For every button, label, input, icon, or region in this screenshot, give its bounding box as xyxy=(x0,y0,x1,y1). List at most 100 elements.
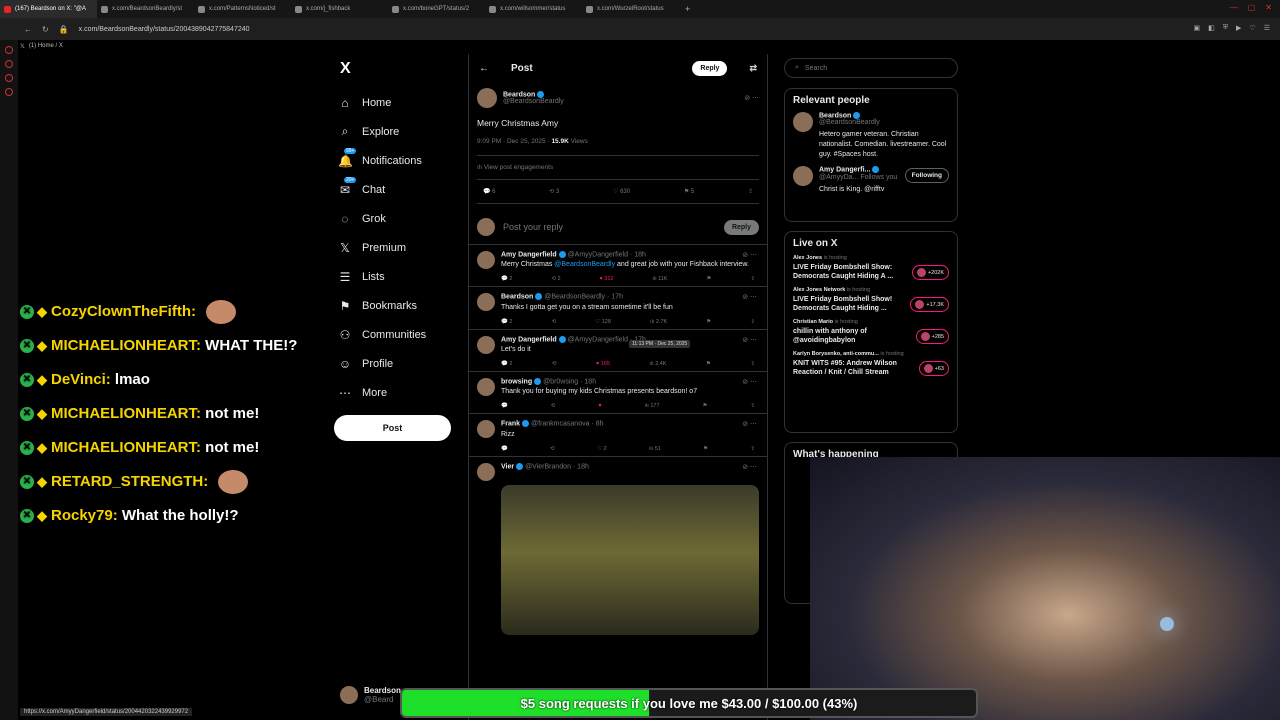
bookmark-action[interactable]: ⚑ 5 xyxy=(684,188,694,195)
extension-icon[interactable]: ▣ xyxy=(1194,24,1201,32)
new-tab-icon[interactable]: + xyxy=(679,4,696,14)
nav-item-more[interactable]: ⋯ More xyxy=(338,378,426,407)
reply-action[interactable]: 💬 xyxy=(501,403,508,409)
nav-item-explore[interactable]: ⌕ Explore xyxy=(338,117,426,146)
nav-item-communities[interactable]: ⚇ Communities xyxy=(338,320,427,349)
mention-link[interactable]: @BeardsonBeardly xyxy=(554,261,615,268)
relevant-person[interactable]: Beardson @BeardsonBeardly Hetero gamer vet… xyxy=(793,112,949,160)
reply-media-image[interactable] xyxy=(501,484,759,635)
live-space-item[interactable]: Christian Mario is hosting chillin with a… xyxy=(793,319,949,345)
bookmark-item[interactable]: 𝕏 (1) Home / X xyxy=(20,40,63,52)
reply-item[interactable]: Beardson @BeardsonBeardly · 17h Thanks I … xyxy=(469,287,767,330)
browser-tab[interactable]: x.com/BeardsonBeardly/st xyxy=(97,0,194,18)
reply-action[interactable]: 💬 xyxy=(501,446,508,452)
avatar[interactable] xyxy=(477,251,495,269)
like-action[interactable]: ♡ 630 xyxy=(613,188,630,195)
nav-item-chat[interactable]: ✉ 20+ Chat xyxy=(338,175,426,204)
reply-author-name[interactable]: browsing xyxy=(501,378,532,385)
person-name[interactable]: Amy Dangerfi... xyxy=(819,167,870,174)
bookmark-icon[interactable]: ⚑ xyxy=(703,446,708,452)
menu-icon[interactable]: ☰ xyxy=(1264,24,1270,32)
media-reply[interactable]: Vier @VierBrandon · 18h ⊘ ⋯ xyxy=(469,457,767,485)
relevant-person[interactable]: Amy Dangerfi... @AmyyDa... Follows you Chr… xyxy=(793,166,949,194)
bookmark-icon[interactable]: ⚑ xyxy=(706,319,711,325)
like-action[interactable]: ♥ 312 xyxy=(600,276,614,282)
avatar[interactable] xyxy=(793,112,813,132)
browser-tab[interactable]: x.com/WurzelRoot/status xyxy=(582,0,679,18)
browser-tab[interactable]: x.com/willsommer/status xyxy=(485,0,582,18)
more-options-icon[interactable]: ⊘ ⋯ xyxy=(742,293,757,301)
nav-item-premium[interactable]: 𝕏 Premium xyxy=(338,233,426,262)
url-text[interactable]: x.com/BeardsonBeardly/status/20043890427… xyxy=(79,26,250,33)
nav-item-profile[interactable]: ☺ Profile xyxy=(338,349,426,378)
avatar[interactable] xyxy=(477,88,497,108)
live-space-item[interactable]: Alex Jones is hosting LIVE Friday Bombshe… xyxy=(793,255,949,281)
back-icon[interactable]: ← xyxy=(24,25,32,34)
bookmark-icon[interactable]: ⚑ xyxy=(702,403,707,409)
repost-action[interactable]: ⟲ xyxy=(551,403,556,409)
repost-action[interactable]: ⟲ 3 xyxy=(549,188,559,195)
more-options-icon[interactable]: ⊘ ⋯ xyxy=(742,251,757,259)
nav-item-lists[interactable]: ☰ Lists xyxy=(338,262,426,291)
reload-icon[interactable]: ↻ xyxy=(42,25,49,34)
browser-tab[interactable]: x.com/j_fishback xyxy=(291,0,388,18)
like-action[interactable]: ♥ 165 xyxy=(596,361,610,367)
sidebar-icon[interactable] xyxy=(5,60,13,68)
post-timestamp[interactable]: 9:09 PM · Dec 25, 2025 · xyxy=(477,138,551,145)
more-options-icon[interactable]: ⊘ ⋯ xyxy=(742,336,757,344)
share-icon[interactable]: ⇪ xyxy=(750,361,755,367)
search-input[interactable]: ⌕ Search xyxy=(784,58,958,78)
settings-sliders-icon[interactable]: ⇄ xyxy=(749,63,757,74)
like-action[interactable]: ♥ xyxy=(598,403,601,409)
reply-action[interactable]: 💬 2 xyxy=(501,276,512,282)
views-action[interactable]: ılı 177 xyxy=(645,403,660,409)
account-switcher[interactable]: Beardson @Beard xyxy=(340,686,401,704)
live-title[interactable]: LIVE Friday Bombshell Show! Democrats Ca… xyxy=(793,295,905,313)
nav-item-bookmarks[interactable]: ⚑ Bookmarks xyxy=(338,291,426,320)
compose-reply-button[interactable]: Reply xyxy=(723,219,759,235)
reply-item[interactable]: Amy Dangerfield @AmyyDangerfield · 17h Le… xyxy=(469,330,767,373)
reply-action[interactable]: 💬 2 xyxy=(501,361,512,367)
post-button[interactable]: Post xyxy=(334,415,451,441)
live-space-item[interactable]: Alex Jones Network is hosting LIVE Friday… xyxy=(793,287,949,313)
avatar[interactable] xyxy=(477,378,495,397)
live-space-item[interactable]: Karlyn Borysenko, anti-commu... is hosti… xyxy=(793,351,949,377)
grok-icon[interactable]: ⊘ ⋯ xyxy=(744,94,759,102)
repost-action[interactable]: ⟲ 2 xyxy=(551,276,560,282)
share-icon[interactable]: ⇪ xyxy=(750,319,755,325)
like-action[interactable]: ♡ 128 xyxy=(595,319,611,325)
sidebar-icon[interactable] xyxy=(5,88,13,96)
more-options-icon[interactable]: ⊘ ⋯ xyxy=(742,378,757,386)
bookmark-icon[interactable]: ⚑ xyxy=(706,361,711,367)
nav-item-notifications[interactable]: 🔔 99+ Notifications xyxy=(338,146,426,175)
shield-icon[interactable]: ⛨ xyxy=(1223,24,1228,32)
live-title[interactable]: chillin with anthony of @avoidingbabylon xyxy=(793,327,905,345)
avatar[interactable] xyxy=(793,166,813,187)
reply-author-name[interactable]: Frank xyxy=(501,421,520,428)
play-icon[interactable]: ▶ xyxy=(1236,24,1241,32)
sidebar-icon[interactable] xyxy=(5,74,13,82)
back-arrow-icon[interactable]: ← xyxy=(479,63,489,74)
extension-icon[interactable]: ◧ xyxy=(1208,24,1215,32)
person-name[interactable]: Beardson xyxy=(819,112,851,119)
minimize-icon[interactable]: — xyxy=(1230,3,1238,12)
avatar[interactable] xyxy=(477,462,495,481)
avatar[interactable] xyxy=(477,420,495,439)
views-action[interactable]: ılı 51 xyxy=(649,446,661,452)
heart-icon[interactable]: ♡ xyxy=(1249,24,1255,32)
post-author[interactable]: Beardson @BeardsonBeardly ⊘ ⋯ xyxy=(477,88,759,108)
browser-tab[interactable]: x.com/boneGPT/status/2 xyxy=(388,0,485,18)
nav-item-grok[interactable]: ◌ Grok xyxy=(338,204,426,233)
header-reply-button[interactable]: Reply xyxy=(692,60,728,76)
live-title[interactable]: KNIT WITS #95: Andrew Wilson Reaction / … xyxy=(793,359,905,377)
share-icon[interactable]: ⇪ xyxy=(750,446,755,452)
share-icon[interactable]: ⇪ xyxy=(750,276,755,282)
nav-item-home[interactable]: ⌂ Home xyxy=(338,88,426,117)
repost-action[interactable]: ⟲ xyxy=(550,446,555,452)
repost-action[interactable]: ⟲ xyxy=(552,361,557,367)
repost-action[interactable]: ⟲ xyxy=(552,319,557,325)
share-icon[interactable]: ⇪ xyxy=(750,403,755,409)
share-icon[interactable]: ⇪ xyxy=(748,188,753,195)
reply-action[interactable]: 💬 2 xyxy=(501,319,512,325)
avatar[interactable] xyxy=(477,335,495,354)
